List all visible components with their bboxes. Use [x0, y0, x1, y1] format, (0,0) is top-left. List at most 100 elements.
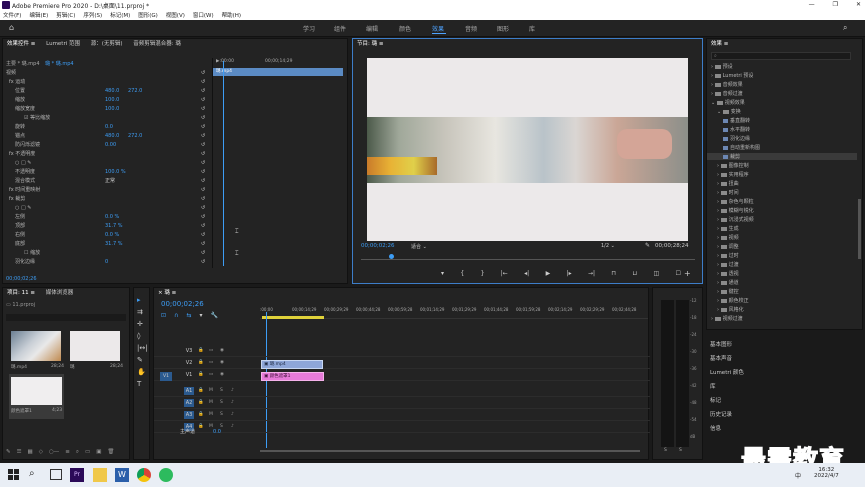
track-label[interactable]: A1 — [184, 387, 194, 395]
effects-tree-item[interactable]: › 透视 — [707, 270, 857, 277]
nest-icon[interactable]: ⊡ — [161, 312, 166, 319]
source-patch-v1[interactable]: V1 — [160, 372, 172, 381]
track-label[interactable]: A2 — [184, 399, 194, 407]
color-matte-item[interactable]: 颜色遮罩1 4;23 — [9, 374, 64, 419]
sync-icon[interactable]: ▭ — [209, 348, 213, 353]
workspace-graphics[interactable]: 图形 — [497, 24, 509, 33]
effects-tree-item[interactable]: › 过时 — [707, 252, 857, 259]
section-markers[interactable]: 标记 — [710, 396, 721, 404]
reset-icon[interactable]: ↺ — [201, 195, 205, 203]
workspace-editing[interactable]: 编辑 — [366, 24, 378, 33]
effects-tree-item[interactable]: › 时间 — [707, 189, 857, 196]
tab-lumetri-scopes[interactable]: Lumetri 范围 — [46, 41, 80, 47]
solo-left-button[interactable]: S — [664, 448, 667, 453]
go-to-in-icon[interactable]: |← — [501, 270, 508, 277]
track-label[interactable]: V1 — [184, 371, 194, 379]
section-essential-graphics[interactable]: 基本图形 — [710, 340, 732, 348]
sequence-thumbnail[interactable] — [70, 331, 120, 361]
track-label[interactable]: V2 — [184, 359, 194, 367]
property-value-2[interactable]: 272.0 — [128, 132, 142, 140]
property-value[interactable]: 480.0 — [105, 132, 119, 140]
property-value[interactable]: 0.00 — [105, 141, 116, 149]
razor-tool-icon[interactable]: ◊ — [137, 332, 148, 340]
effect-property-row[interactable]: ☑ 等比缩放 ↺ — [3, 114, 205, 122]
eye-icon[interactable]: ◉ — [220, 372, 224, 377]
lock-icon[interactable]: 🔒 — [198, 372, 204, 377]
timeline-timecode[interactable]: 00;00;02;26 — [161, 300, 204, 308]
section-info[interactable]: 信息 — [710, 424, 721, 432]
menu-sequence[interactable]: 序列(S) — [83, 11, 102, 19]
effects-tree-item[interactable]: › 通道 — [707, 279, 857, 286]
effects-tree-item[interactable]: › 模糊与锐化 — [707, 207, 857, 214]
maximize-button[interactable]: ❐ — [833, 1, 838, 8]
effects-tree-item[interactable]: › Lumetri 预设 — [707, 72, 857, 79]
property-value[interactable]: 100.0 — [105, 96, 119, 104]
effects-tree-item[interactable]: › 调整 — [707, 243, 857, 250]
word-icon[interactable]: W — [115, 468, 129, 482]
reset-icon[interactable]: ↺ — [201, 150, 205, 158]
tab-program[interactable]: 节目: 璐 ≡ — [357, 41, 383, 47]
ripple-edit-icon[interactable]: ✛ — [137, 320, 148, 328]
solo-icon[interactable]: S — [220, 388, 223, 393]
tab-audio-clip-mixer[interactable]: 音频剪辑混合器: 璐 — [133, 41, 181, 47]
tab-media-browser[interactable]: 媒体浏览器 — [46, 290, 74, 296]
property-value[interactable]: 480.0 — [105, 87, 119, 95]
mic-icon[interactable]: ♪ — [231, 412, 234, 417]
effect-property-row[interactable]: fx 不透明度 ↺ — [3, 150, 205, 158]
reset-icon[interactable]: ↺ — [201, 96, 205, 104]
clip-thumbnail[interactable] — [11, 331, 61, 361]
reset-icon[interactable]: ↺ — [201, 159, 205, 167]
effects-tree-item[interactable]: › 杂色与颗粒 — [707, 198, 857, 205]
effect-property-row[interactable]: 防闪烁滤镜 0.00 ↺ — [3, 141, 205, 149]
track-label[interactable]: A3 — [184, 411, 194, 419]
effects-search-input[interactable]: ⌕ — [711, 52, 851, 60]
hand-tool-icon[interactable]: ✋ — [137, 368, 148, 376]
effects-tree-item[interactable]: 自动重新构图 — [707, 144, 857, 151]
effects-tree-item[interactable]: › 风格化 — [707, 306, 857, 313]
reset-icon[interactable]: ↺ — [201, 105, 205, 113]
slip-tool-icon[interactable]: |↔| — [137, 344, 148, 352]
wrench-icon[interactable]: ✎ — [645, 242, 650, 249]
program-scrubber[interactable] — [361, 254, 695, 260]
workspace-assembly[interactable]: 组件 — [334, 24, 346, 33]
close-button[interactable]: ✕ — [856, 1, 861, 8]
mic-icon[interactable]: ♪ — [231, 400, 234, 405]
reset-icon[interactable]: ↺ — [201, 177, 205, 185]
wechat-icon[interactable] — [159, 468, 173, 482]
ec-playhead[interactable] — [223, 61, 224, 266]
lock-icon[interactable]: 🔒 — [198, 388, 204, 393]
effect-property-row[interactable]: ○ □ ✎ ↺ — [3, 204, 205, 212]
effects-tree-item[interactable]: › 图像控制 — [707, 162, 857, 169]
chrome-icon[interactable] — [137, 468, 151, 482]
effects-tree-item[interactable]: › 音频效果 — [707, 81, 857, 88]
effect-property-row[interactable]: 底部 31.7 % ↺ — [3, 240, 205, 248]
minimize-button[interactable]: — — [809, 1, 815, 8]
workspace-learn[interactable]: 学习 — [303, 24, 315, 33]
property-value[interactable]: 31.7 % — [105, 222, 122, 230]
reset-icon[interactable]: ↺ — [201, 78, 205, 86]
file-explorer-icon[interactable] — [93, 468, 107, 482]
keyframe-marker-icon[interactable]: ⌶ — [235, 228, 239, 236]
effect-property-row[interactable]: 锚点 480.0 272.0 ↺ — [3, 132, 205, 140]
selection-tool-icon[interactable]: ▸ — [137, 296, 148, 304]
add-marker-icon[interactable]: ▾ — [441, 270, 444, 277]
menu-view[interactable]: 视图(V) — [166, 11, 185, 19]
effects-tree-item[interactable]: 羽化边缘 — [707, 135, 857, 142]
windows-start-icon[interactable] — [8, 469, 19, 480]
effect-property-row[interactable]: 右侧 0.0 % ↺ — [3, 231, 205, 239]
pencil-icon[interactable]: ✎ — [6, 449, 11, 456]
pen-tool-icon[interactable]: ✎ — [137, 356, 148, 364]
effect-property-row[interactable]: 左侧 0.0 % ↺ — [3, 213, 205, 221]
freeform-view-icon[interactable]: ◇ — [39, 449, 43, 456]
play-icon[interactable]: ▶ — [546, 270, 551, 277]
effect-property-row[interactable]: 位置 480.0 272.0 ↺ — [3, 87, 205, 95]
effect-property-row[interactable]: fx 裁剪 ↺ — [3, 195, 205, 203]
effect-property-row[interactable]: 旋转 0.0 ↺ — [3, 123, 205, 131]
mute-icon[interactable]: M — [209, 412, 213, 417]
mic-icon[interactable]: ♪ — [231, 388, 234, 393]
menu-clip[interactable]: 剪辑(C) — [56, 11, 75, 19]
reset-icon[interactable]: ↺ — [201, 141, 205, 149]
workspace-audio[interactable]: 音频 — [465, 24, 477, 33]
reset-icon[interactable]: ↺ — [201, 249, 205, 257]
master-volume[interactable]: 0.0 — [213, 429, 221, 435]
